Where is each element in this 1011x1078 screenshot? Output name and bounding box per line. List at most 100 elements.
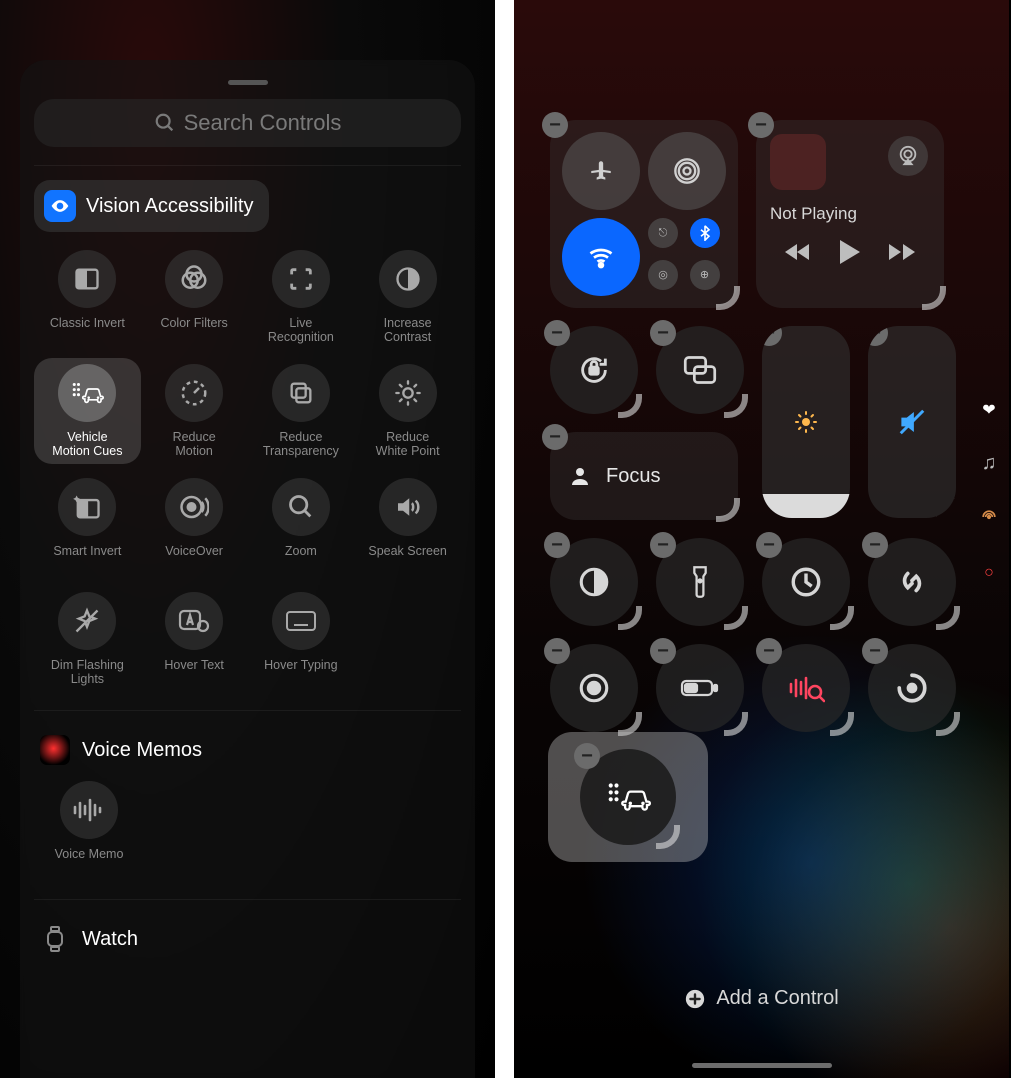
hotspot-toggle[interactable]: ◎ bbox=[648, 260, 678, 290]
stopwatch-control[interactable]: − bbox=[868, 644, 956, 732]
tile-smart-invert[interactable]: Smart Invert bbox=[34, 472, 141, 578]
remove-icon[interactable]: − bbox=[650, 638, 676, 664]
low-power-control[interactable]: − bbox=[656, 644, 744, 732]
dark-mode-control[interactable]: − bbox=[550, 538, 638, 626]
section-vision-accessibility[interactable]: Vision Accessibility bbox=[34, 180, 269, 232]
remove-icon[interactable]: − bbox=[862, 532, 888, 558]
bluetooth-icon bbox=[699, 225, 711, 241]
page-indicator-sidebar: ❤ ♫ ○ bbox=[979, 400, 999, 582]
speaker-icon bbox=[393, 492, 423, 522]
search-placeholder: Search Controls bbox=[184, 110, 342, 136]
tile-voiceover[interactable]: VoiceOver bbox=[141, 472, 248, 578]
section-watch[interactable]: Watch bbox=[34, 914, 461, 964]
brightness-slider[interactable]: − bbox=[762, 326, 850, 518]
tile-voice-memo[interactable]: Voice Memo bbox=[34, 775, 144, 881]
remove-icon[interactable]: − bbox=[756, 638, 782, 664]
focus-control[interactable]: − Focus bbox=[550, 432, 738, 520]
vpn-toggle[interactable]: ⊕ bbox=[690, 260, 720, 290]
antenna-icon[interactable] bbox=[979, 507, 999, 532]
music-icon[interactable]: ♫ bbox=[982, 452, 997, 475]
tile-live-recognition[interactable]: Live Recognition bbox=[248, 244, 355, 350]
tile-classic-invert[interactable]: Classic Invert bbox=[34, 244, 141, 350]
remove-icon[interactable]: − bbox=[650, 532, 676, 558]
shazam-control[interactable]: − bbox=[868, 538, 956, 626]
album-art-placeholder bbox=[770, 134, 826, 190]
rewind-icon[interactable] bbox=[785, 242, 811, 262]
resize-handle[interactable] bbox=[618, 394, 642, 418]
home-indicator[interactable] bbox=[692, 1063, 832, 1068]
screen-record-control[interactable]: − bbox=[550, 644, 638, 732]
screen-mirroring-control[interactable]: − bbox=[656, 326, 744, 414]
forward-icon[interactable] bbox=[889, 242, 915, 262]
media-card[interactable]: − Not Playing bbox=[756, 120, 944, 308]
search-input[interactable]: Search Controls bbox=[34, 99, 461, 147]
wifi-toggle[interactable] bbox=[562, 218, 640, 296]
tile-reduce-white-point[interactable]: Reduce White Point bbox=[354, 358, 461, 464]
connectivity-card[interactable]: − ⎋ ◎ ⊕ bbox=[550, 120, 738, 308]
remove-icon[interactable]: − bbox=[542, 424, 568, 450]
airdrop-toggle[interactable] bbox=[648, 132, 726, 210]
orientation-lock-control[interactable]: − bbox=[550, 326, 638, 414]
remove-icon[interactable]: − bbox=[542, 112, 568, 138]
resize-handle[interactable] bbox=[830, 606, 854, 630]
flashlight-control[interactable]: − bbox=[656, 538, 744, 626]
remove-icon[interactable]: − bbox=[544, 532, 570, 558]
resize-handle[interactable] bbox=[724, 394, 748, 418]
tile-hover-text[interactable]: Hover Text bbox=[141, 586, 248, 692]
tile-hover-typing[interactable]: Hover Typing bbox=[248, 586, 355, 692]
resize-handle[interactable] bbox=[936, 606, 960, 630]
remove-icon[interactable]: − bbox=[574, 743, 600, 769]
sheet-grabber[interactable] bbox=[228, 80, 268, 85]
cellular-toggle[interactable]: ⎋ bbox=[648, 218, 678, 248]
play-icon[interactable] bbox=[839, 240, 861, 264]
half-circle-icon bbox=[577, 565, 611, 599]
resize-handle[interactable] bbox=[936, 498, 956, 518]
airplane-toggle[interactable] bbox=[562, 132, 640, 210]
remove-icon[interactable]: − bbox=[862, 638, 888, 664]
flashlight-icon bbox=[690, 565, 710, 599]
resize-handle[interactable] bbox=[830, 498, 850, 518]
resize-handle[interactable] bbox=[922, 286, 946, 310]
tile-dim-flashing-lights[interactable]: Dim Flashing Lights bbox=[34, 586, 141, 692]
timer-control[interactable]: − bbox=[762, 538, 850, 626]
dot-icon[interactable]: ○ bbox=[984, 564, 994, 582]
remove-icon[interactable]: − bbox=[756, 532, 782, 558]
music-recognition-control[interactable]: − bbox=[762, 644, 850, 732]
control-center-edit-screen: − ⎋ ◎ ⊕ bbox=[514, 0, 1009, 1078]
add-control-button[interactable]: Add a Control bbox=[514, 987, 1009, 1010]
remove-icon[interactable]: − bbox=[868, 326, 888, 346]
tile-color-filters[interactable]: Color Filters bbox=[141, 244, 248, 350]
tile-speak-screen[interactable]: Speak Screen bbox=[354, 472, 461, 578]
volume-slider[interactable]: − bbox=[868, 326, 956, 518]
tile-zoom[interactable]: Zoom bbox=[248, 472, 355, 578]
remove-icon[interactable]: − bbox=[762, 326, 782, 346]
resize-handle[interactable] bbox=[936, 712, 960, 736]
remove-icon[interactable]: − bbox=[748, 112, 774, 138]
heart-icon[interactable]: ❤ bbox=[982, 400, 995, 420]
tile-vehicle-motion-cues[interactable]: Vehicle Motion Cues bbox=[34, 358, 141, 464]
resize-handle[interactable] bbox=[656, 825, 680, 849]
airplay-button[interactable] bbox=[888, 136, 928, 176]
resize-handle[interactable] bbox=[716, 498, 740, 522]
control-center-grid: − ⎋ ◎ ⊕ bbox=[550, 120, 973, 1078]
remove-icon[interactable]: − bbox=[544, 320, 570, 346]
record-icon bbox=[577, 671, 611, 705]
resize-handle[interactable] bbox=[724, 712, 748, 736]
tile-reduce-transparency[interactable]: Reduce Transparency bbox=[248, 358, 355, 464]
bluetooth-toggle[interactable] bbox=[690, 218, 720, 248]
resize-handle[interactable] bbox=[618, 606, 642, 630]
lock-rotate-icon bbox=[577, 353, 611, 387]
remove-icon[interactable]: − bbox=[650, 320, 676, 346]
waveform-icon bbox=[72, 797, 106, 823]
vehicle-motion-cues-new-tile[interactable]: − bbox=[548, 732, 708, 862]
resize-handle[interactable] bbox=[830, 712, 854, 736]
remove-icon[interactable]: − bbox=[544, 638, 570, 664]
screenshot-divider bbox=[495, 0, 514, 1078]
timer-icon bbox=[789, 565, 823, 599]
controls-sheet: Search Controls Vision Accessibility Cla… bbox=[20, 60, 475, 1078]
resize-handle[interactable] bbox=[716, 286, 740, 310]
tile-increase-contrast[interactable]: Increase Contrast bbox=[354, 244, 461, 350]
resize-handle[interactable] bbox=[724, 606, 748, 630]
section-voice-memos[interactable]: Voice Memos bbox=[34, 725, 461, 775]
tile-reduce-motion[interactable]: Reduce Motion bbox=[141, 358, 248, 464]
